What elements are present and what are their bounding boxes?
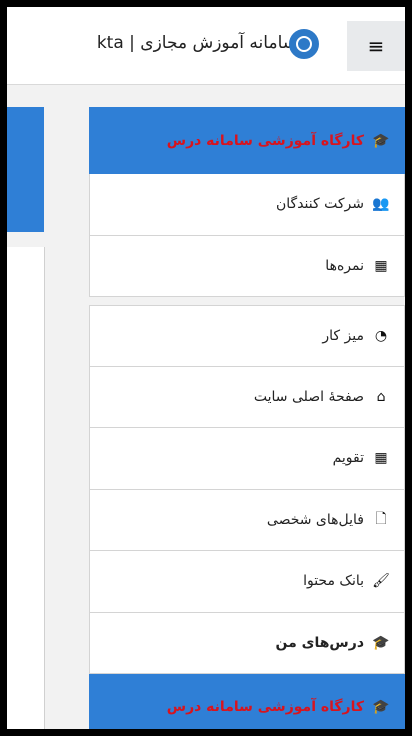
home-icon: ⌂ [376,388,386,405]
drawer-item-label: صفحهٔ اصلی سایت [253,388,364,405]
hamburger-icon: ≡ [367,34,385,58]
app-screen: kta | سامانه آموزش مجازی ≡ 🎓 کارگاه آموز… [7,7,405,729]
drawer-item-label: فایل‌های شخصی [266,511,364,528]
drawer-item-current-course[interactable]: 🎓 کارگاه آموزشی سامانه درس [89,107,405,174]
brush-icon: 🖌 [372,573,390,590]
site-title[interactable]: kta | سامانه آموزش مجازی [97,33,297,53]
drawer-item-my-courses[interactable]: 🎓 درس‌های من [89,612,405,674]
course-header-card [7,107,44,232]
university-logo-icon[interactable] [289,29,319,59]
hamburger-menu-button[interactable]: ≡ [347,21,405,71]
calendar-icon: ▦ [374,450,388,467]
users-icon: 👥 [372,196,390,213]
drawer-item-grades[interactable]: ▦ نمره‌ها [89,235,405,297]
graduation-cap-icon: 🎓 [372,132,390,149]
drawer-item-content-bank[interactable]: 🖌 بانک محتوا [89,551,405,613]
graduation-cap-icon: 🎓 [372,634,390,651]
section-divider [89,297,405,305]
drawer-item-label: کارگاه آموزشی سامانه درس [166,699,364,715]
drawer-item-calendar[interactable]: ▦ تقویم [89,428,405,490]
drawer-item-label: تقویم [332,450,364,467]
drawer-item-label: درس‌های من [275,634,365,651]
drawer-item-private-files[interactable]: 🗋 فایل‌های شخصی [89,489,405,551]
drawer-item-label: نمره‌ها [325,257,364,274]
navigation-drawer: 🎓 کارگاه آموزشی سامانه درس 👥 شرکت کنندگا… [89,107,405,729]
drawer-item-label: کارگاه آموزشی سامانه درس [166,132,364,149]
top-navbar: kta | سامانه آموزش مجازی ≡ [7,7,405,85]
drawer-item-label: بانک محتوا [303,573,364,590]
dashboard-icon: ◔ [374,327,388,344]
main-content-card [7,247,45,729]
graduation-cap-icon: 🎓 [372,699,390,715]
drawer-item-participants[interactable]: 👥 شرکت کنندگان [89,174,405,236]
drawer-item-dashboard[interactable]: ◔ میز کار [89,305,405,367]
file-icon: 🗋 [375,510,387,527]
drawer-item-course-link[interactable]: 🎓 کارگاه آموزشی سامانه درس [89,674,405,729]
drawer-item-label: میز کار [322,327,364,344]
table-icon: ▦ [374,257,388,274]
drawer-item-label: شرکت کنندگان [276,196,364,213]
drawer-item-site-home[interactable]: ⌂ صفحهٔ اصلی سایت [89,366,405,428]
